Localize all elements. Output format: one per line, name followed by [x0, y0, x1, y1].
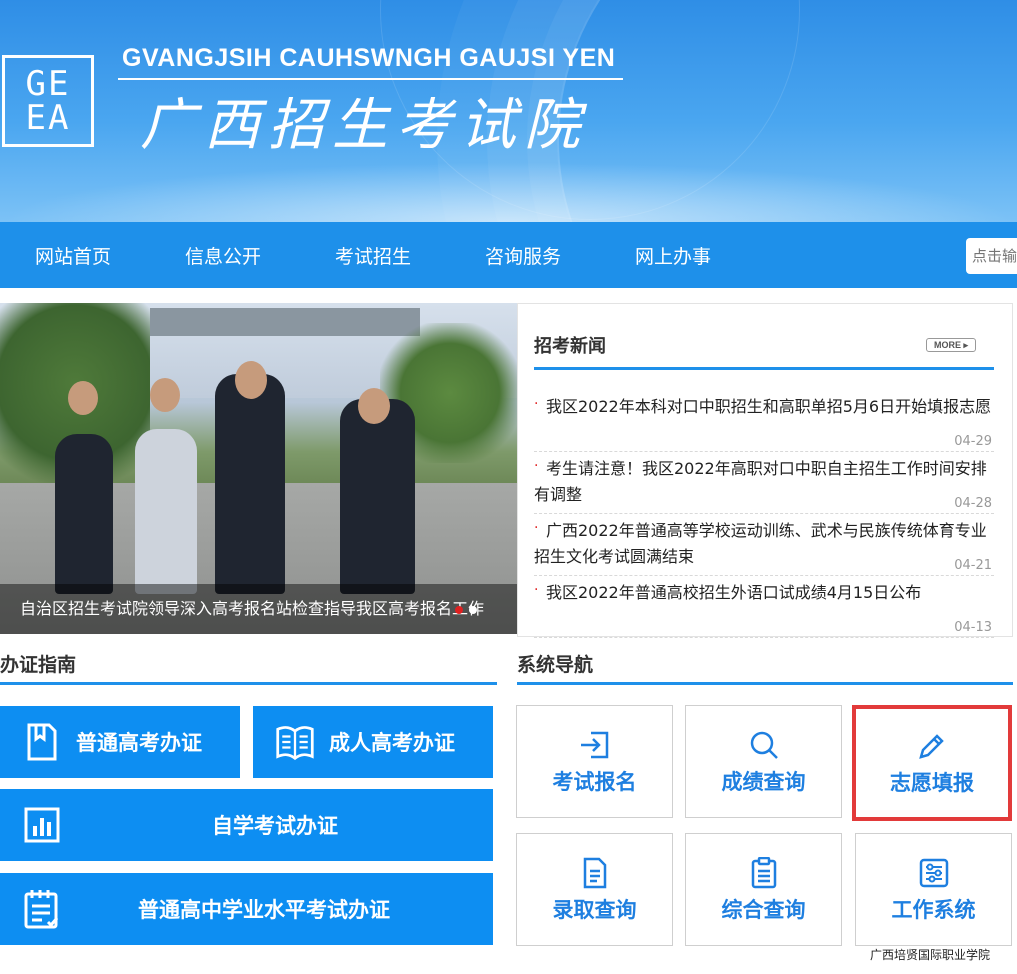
nav-item-exam[interactable]: 考试招生 [298, 242, 448, 269]
slider-dot[interactable] [469, 606, 477, 614]
slider-person [55, 434, 113, 594]
comprehensive-query-tile[interactable]: 综合查询 [685, 833, 842, 946]
slider-dots [455, 606, 477, 614]
guide-section-divider [0, 682, 497, 685]
watermark-text: 广西培贤国际职业学院 [870, 948, 991, 962]
login-icon [578, 728, 612, 762]
nav-item-home[interactable]: 网站首页 [0, 242, 148, 269]
gaokao-cert-button[interactable]: 普通高考办证 [0, 706, 240, 778]
nav-item-info[interactable]: 信息公开 [148, 242, 298, 269]
news-item-date: 04-13 [954, 620, 992, 635]
slider-person-head [150, 378, 180, 412]
comprehensive-query-label: 综合查询 [721, 897, 806, 922]
site-name-zh: 广西招生考试院 [140, 93, 588, 158]
slider-person [135, 429, 197, 594]
volunteer-filling-tile[interactable]: 志愿填报 [852, 705, 1012, 821]
academic-level-cert-button[interactable]: 普通高中学业水平考试办证 [0, 873, 493, 945]
slider-dot[interactable] [455, 606, 463, 614]
slider-caption[interactable]: 自治区招生考试院领导深入高考报名站检查指导我区高考报名工作 [0, 584, 517, 634]
search-icon [747, 728, 781, 762]
more-button-label: MORE [933, 340, 961, 350]
system-nav-divider [517, 682, 1013, 685]
adult-gaokao-cert-button[interactable]: 成人高考办证 [253, 706, 493, 778]
settings-sliders-icon [917, 856, 951, 890]
checklist-icon [22, 889, 62, 929]
slider-person [340, 399, 415, 594]
system-nav-title: 系统导航 [517, 654, 594, 676]
search-input[interactable] [966, 238, 1017, 274]
clipboard-icon [747, 856, 781, 890]
academic-level-cert-label: 普通高中学业水平考试办证 [138, 898, 390, 922]
admission-query-tile[interactable]: 录取查询 [516, 833, 673, 946]
banner-cloud [0, 162, 1017, 222]
news-item-title[interactable]: 我区2022年普通高校招生外语口试成绩4月15日公布 [534, 580, 992, 606]
news-item-date: 04-28 [954, 496, 992, 511]
nav-item-consult[interactable]: 咨询服务 [448, 242, 598, 269]
news-panel-title: 招考新闻 [534, 336, 606, 357]
document-icon [578, 856, 612, 890]
main-nav: 网站首页 信息公开 考试招生 咨询服务 网上办事 [0, 222, 1017, 288]
news-panel: 招考新闻 MORE ▸ · 我区2022年本科对口中职招生和高职单招5月6日开始… [517, 303, 1013, 638]
exam-registration-label: 考试报名 [552, 769, 637, 794]
news-list: · 我区2022年本科对口中职招生和高职单招5月6日开始填报志愿 04-29 ·… [534, 390, 994, 638]
slider-person-head [68, 381, 98, 415]
pencil-icon [915, 729, 949, 763]
book-icon [22, 722, 62, 762]
news-item-title[interactable]: 我区2022年本科对口中职招生和高职单招5月6日开始填报志愿 [534, 394, 992, 420]
self-study-cert-label: 自学考试办证 [212, 814, 338, 838]
open-book-icon [275, 722, 315, 762]
work-system-tile[interactable]: 工作系统 [855, 833, 1012, 946]
work-system-label: 工作系统 [891, 897, 976, 922]
score-query-label: 成绩查询 [721, 769, 806, 794]
volunteer-filling-label: 志愿填报 [890, 771, 974, 795]
news-item-title[interactable]: 广西2022年普通高等学校运动训练、武术与民族传统体育专业招生文化考试圆满结束 [534, 518, 992, 570]
news-slider[interactable]: 自治区招生考试院领导深入高考报名站检查指导我区高考报名工作 [0, 303, 517, 634]
news-item-date: 04-21 [954, 558, 992, 573]
slider-person [215, 374, 285, 594]
more-button[interactable]: MORE ▸ [926, 338, 976, 352]
adult-gaokao-cert-label: 成人高考办证 [329, 731, 455, 755]
slider-person-head [235, 361, 267, 399]
slider-person-head [358, 388, 390, 424]
gaokao-cert-label: 普通高考办证 [76, 731, 202, 755]
news-item-date: 04-29 [954, 434, 992, 449]
logo-text-top: GE [25, 64, 71, 104]
self-study-cert-button[interactable]: 自学考试办证 [0, 789, 493, 861]
admission-query-label: 录取查询 [552, 897, 637, 922]
news-panel-divider [534, 367, 994, 370]
nav-item-online[interactable]: 网上办事 [598, 242, 748, 269]
news-item-title[interactable]: 考生请注意！我区2022年高职对口中职自主招生工作时间安排有调整 [534, 456, 992, 508]
site-logo[interactable]: GE EA [2, 55, 94, 147]
news-item[interactable]: · 考生请注意！我区2022年高职对口中职自主招生工作时间安排有调整 04-28 [534, 452, 994, 514]
bar-chart-icon [22, 805, 62, 845]
header-banner: GE EA GVANGJSIH CAUHSWNGH GAUJSI YEN 广西招… [0, 0, 1017, 222]
score-query-tile[interactable]: 成绩查询 [685, 705, 842, 818]
news-item[interactable]: · 我区2022年本科对口中职招生和高职单招5月6日开始填报志愿 04-29 [534, 390, 994, 452]
logo-text-bottom: EA [25, 98, 71, 138]
news-item[interactable]: · 我区2022年普通高校招生外语口试成绩4月15日公布 04-13 [534, 576, 994, 638]
exam-registration-tile[interactable]: 考试报名 [516, 705, 673, 818]
guide-section-title: 办证指南 [0, 654, 77, 676]
site-name-en: GVANGJSIH CAUHSWNGH GAUJSI YEN [122, 44, 616, 72]
news-item[interactable]: · 广西2022年普通高等学校运动训练、武术与民族传统体育专业招生文化考试圆满结… [534, 514, 994, 576]
